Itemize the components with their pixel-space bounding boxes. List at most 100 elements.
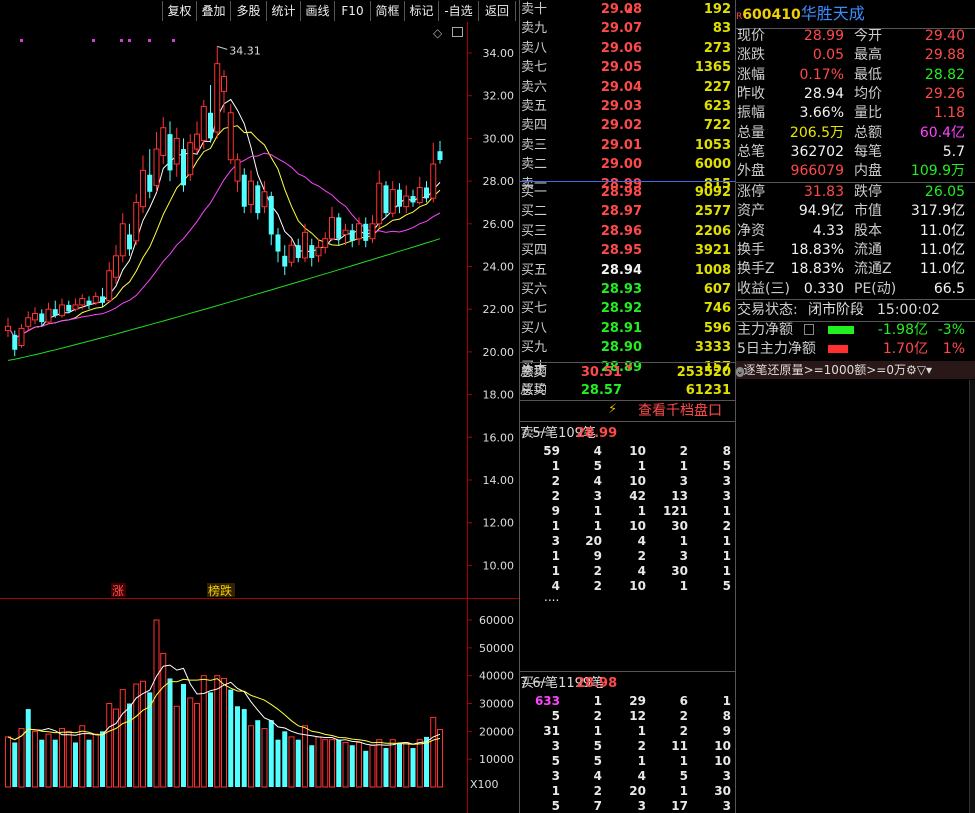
volume-bar [424, 736, 429, 787]
queue-order-size: 4 [637, 564, 646, 578]
gear-icon[interactable]: ⚙ [906, 363, 917, 377]
field-value: 28.82 [924, 66, 965, 83]
candle [275, 228, 281, 263]
volume-bar [363, 750, 369, 787]
queue-order-size: 4 [637, 769, 646, 783]
field-value: 60.4亿 [919, 124, 965, 141]
multi-stock-button[interactable]: 多股 [230, 1, 266, 21]
scrollbar[interactable] [969, 380, 975, 813]
main-flow-bar [828, 326, 854, 334]
candle [59, 298, 65, 318]
queue-order-size: 1 [722, 504, 731, 518]
queue-order-size: 1 [551, 564, 560, 578]
overlay-button[interactable]: 叠加 [196, 1, 230, 21]
field-label: 涨跌 [737, 47, 765, 64]
queue-row: 3 5 2 11 10 [520, 739, 735, 754]
amount-filter-option[interactable]: 额>=0万 [854, 363, 906, 377]
queue-order-size: 2 [593, 784, 602, 798]
asks-level-row[interactable]: 卖五 29.03 623 [520, 96, 735, 117]
self-select-button[interactable]: -自选 [438, 1, 478, 21]
field-label: 涨停 [737, 184, 765, 200]
bids-level-volume: 3921 [694, 243, 731, 259]
main-flow-pct: -3% [937, 322, 965, 338]
kline-chart[interactable]: 34.31 涨 榜跌 34.00 32.00 30.00 28.00 26.00 24.00 2… [0, 22, 519, 813]
asks-level-row[interactable]: 卖九 29.07 83 [520, 18, 735, 39]
bids-level-row[interactable]: 买七 28.92 746 [520, 298, 735, 319]
volume-bar [12, 742, 18, 787]
volume-bar [275, 739, 281, 787]
queue-order-size: 1 [551, 784, 560, 798]
candle [167, 121, 173, 182]
volume-bar [235, 706, 240, 787]
asks-level-row[interactable]: 卖十 29.08 ▲ 192 [520, 0, 735, 20]
candle [268, 191, 274, 246]
bids-level-row[interactable]: 买四 28.95 3921 [520, 240, 735, 261]
candle [437, 140, 443, 164]
field-label: 资产 [737, 203, 765, 220]
queue-order-size: 2 [551, 489, 560, 503]
filter-icon[interactable]: ▽ [917, 363, 926, 377]
bids-level-label: 买七 [521, 301, 548, 317]
flow5-value: 1.70亿 [882, 341, 928, 357]
volume-bar [255, 720, 261, 787]
bids-level-label: 买三 [521, 223, 548, 239]
statistics-button[interactable]: 统计 [266, 1, 300, 21]
volume-bar [268, 720, 274, 787]
asks-level-row[interactable]: 卖六 29.04 227 [520, 77, 735, 98]
field-value: 109.9万 [910, 163, 965, 180]
field-label: 每笔 [854, 143, 882, 160]
candle [295, 238, 301, 263]
queue-order-size: 5 [722, 579, 731, 593]
bids-level-row[interactable]: 买二 28.97 2577 [520, 201, 735, 222]
asks-level-row[interactable]: 卖三 29.01 1053 [520, 135, 735, 156]
f10-button[interactable]: F10 [334, 1, 370, 21]
queue-order-size: 4 [593, 474, 602, 488]
volume-bar [100, 731, 105, 787]
field-value: 317.9亿 [910, 203, 965, 220]
field-label: 均价 [854, 85, 882, 102]
queue-order-size: 4 [593, 769, 602, 783]
chevron-down-icon[interactable]: ▾ [926, 363, 932, 377]
quote-field-row: 资产 94.9亿 市值 317.9亿 [736, 202, 970, 221]
queue-order-size: 4 [593, 444, 602, 458]
field-value: 11.0亿 [919, 241, 965, 258]
bids-level-row[interactable]: 买八 28.91 596 [520, 318, 735, 339]
field-value: 3.66% [799, 105, 844, 122]
volume-tick-label: 20000 [479, 725, 514, 738]
volume-filter-option[interactable]: 量>=1000 [792, 363, 855, 377]
bids-level-row[interactable]: 买五 28.94 1008 [520, 260, 735, 281]
bids-level-row[interactable]: 买六 28.93 607 [520, 279, 735, 300]
queue-order-size: 10 [714, 739, 731, 753]
asks-level-volume: 227 [703, 79, 731, 95]
back-button[interactable]: 返回 [478, 1, 516, 21]
limit-up-marker: 涨 [112, 583, 124, 598]
price-tick-label: 26.00 [483, 218, 515, 231]
asks-level-volume: 192 [703, 2, 731, 17]
queue-row: 2 3 42 13 3 [520, 489, 735, 504]
bids-level-row[interactable]: 买九 28.90 3333 [520, 337, 735, 358]
draw-line-button[interactable]: 画线 [300, 1, 334, 21]
field-label: 昨收 [737, 85, 765, 102]
volume-bar [86, 739, 92, 787]
queue-order-size: 30 [714, 784, 731, 798]
asks-level-row[interactable]: 卖八 29.06 273 [520, 38, 735, 59]
restore-rights-button[interactable]: 复权 [162, 1, 196, 21]
view-thousand-level-button[interactable]: 查看千档盘口 [638, 401, 722, 421]
bids-level-row[interactable]: 买一 28.98 9092 [520, 182, 735, 203]
field-value: 4.33 [812, 222, 844, 239]
price-tick-label: 22.00 [483, 303, 515, 316]
asks-level-row[interactable]: 卖四 29.02 722 [520, 115, 735, 136]
quote-field-row: 总笔 362702 每笔 5.7 [736, 143, 970, 162]
mark-button[interactable]: 标记 [404, 1, 438, 21]
queue-row: 3 20 4 1 1 [520, 534, 735, 549]
field-value: 362702 [790, 143, 844, 160]
simple-frame-button[interactable]: 简框 [370, 1, 404, 21]
field-label: 内盘 [854, 163, 882, 180]
bids-level-row[interactable]: 买三 28.96 2206 [520, 221, 735, 242]
volume-bar [173, 705, 180, 788]
asks-level-row[interactable]: 卖二 29.00 6000 [520, 154, 735, 175]
asks-level-row[interactable]: 卖七 29.05 1365 [520, 57, 735, 78]
candle [416, 176, 423, 205]
chevron-down-icon: ⌄ [736, 367, 744, 377]
queue-order-size: 3 [722, 799, 731, 813]
